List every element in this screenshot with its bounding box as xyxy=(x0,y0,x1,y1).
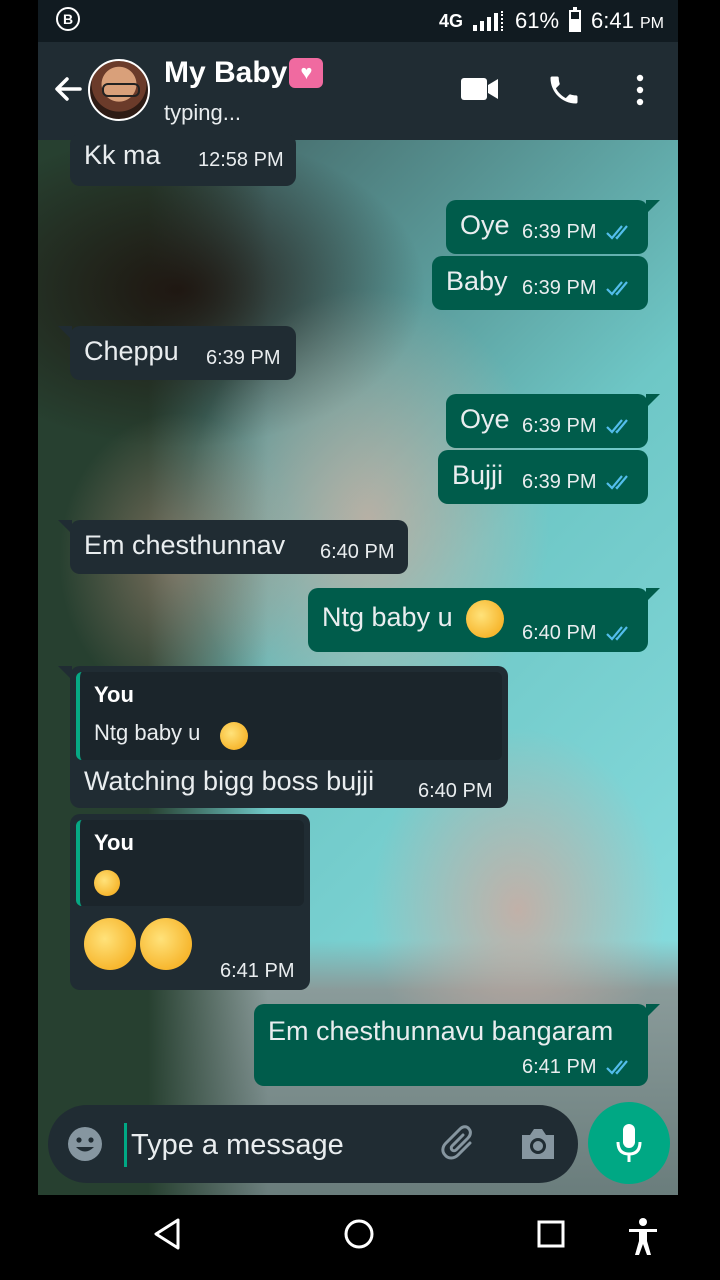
emoji-picker-icon[interactable] xyxy=(66,1125,104,1163)
contact-name: My Baby xyxy=(164,56,288,89)
chat-messages-area[interactable]: Kk ma 12:58 PM Oye 6:39 PM Baby 6:39 PM … xyxy=(38,134,678,1195)
message-time: 6:39 PM xyxy=(522,471,597,493)
read-receipt-icon xyxy=(606,281,628,296)
message-text: Kk ma xyxy=(84,140,161,170)
incoming-reply-message[interactable]: You Ntg baby u Watching bigg boss bujji … xyxy=(58,666,508,808)
smiling-face-emoji xyxy=(94,870,120,896)
contact-name-row[interactable]: My Baby ♥ xyxy=(164,56,324,90)
phone-call-icon[interactable] xyxy=(546,72,582,108)
message-text: Cheppu xyxy=(84,336,179,366)
read-receipt-icon xyxy=(606,225,628,240)
quoted-message[interactable]: You xyxy=(76,820,304,906)
read-receipt-icon xyxy=(606,475,628,490)
message-composer xyxy=(48,1105,578,1183)
face-blowing-kiss-emoji xyxy=(84,918,136,970)
signal-icon xyxy=(473,11,505,31)
quoted-text: Ntg baby u xyxy=(94,720,201,745)
nav-home-icon[interactable] xyxy=(342,1217,376,1251)
outgoing-message[interactable]: Bujji 6:39 PM xyxy=(438,450,648,504)
clock: 6:41 PM xyxy=(591,8,664,33)
message-text: Ntg baby u xyxy=(322,602,453,632)
network-type: 4G xyxy=(438,10,463,31)
whatsapp-screen: B 4G 61% 6:41 PM My Baby ♥ typing... Kk … xyxy=(38,0,678,1195)
more-options-icon[interactable] xyxy=(628,72,652,108)
smiling-face-with-hearts-emoji xyxy=(466,600,504,638)
status-bar: B 4G 61% 6:41 PM xyxy=(38,0,678,42)
contact-avatar[interactable] xyxy=(88,59,150,121)
outgoing-message[interactable]: Oye 6:39 PM xyxy=(446,394,660,448)
voice-message-button[interactable] xyxy=(588,1102,670,1184)
battery-percent: 61% xyxy=(515,8,560,33)
back-arrow-icon[interactable] xyxy=(52,72,84,106)
accessibility-icon[interactable] xyxy=(626,1217,660,1257)
message-text: Em chesthunnav xyxy=(84,530,286,560)
pink-heart-emoji: ♥ xyxy=(289,58,324,88)
read-receipt-icon xyxy=(606,419,628,434)
outgoing-message[interactable]: Oye 6:39 PM xyxy=(446,200,660,254)
outgoing-message[interactable]: Ntg baby u 6:40 PM xyxy=(308,588,660,652)
attach-paperclip-icon[interactable] xyxy=(440,1123,480,1163)
quoted-message[interactable]: You Ntg baby u xyxy=(76,672,502,760)
incoming-message[interactable]: Kk ma 12:58 PM xyxy=(70,134,296,186)
battery-icon xyxy=(569,7,582,32)
message-text: Bujji xyxy=(452,460,504,490)
business-notification-icon: B xyxy=(56,7,80,31)
message-time: 6:39 PM xyxy=(522,221,597,243)
contact-status: typing... xyxy=(164,100,242,125)
message-time: 6:39 PM xyxy=(522,415,597,437)
smiling-face-with-hearts-emoji xyxy=(220,722,248,750)
message-input[interactable] xyxy=(124,1123,421,1167)
video-call-icon[interactable] xyxy=(460,72,500,106)
message-text: Em chesthunnavu bangaram xyxy=(268,1016,614,1046)
message-time: 6:41 PM xyxy=(220,960,295,982)
message-time: 6:40 PM xyxy=(320,541,395,563)
camera-icon[interactable] xyxy=(518,1125,558,1163)
read-receipt-icon xyxy=(606,626,628,641)
quoted-author: You xyxy=(94,682,134,707)
message-time: 12:58 PM xyxy=(198,149,284,171)
chat-header: My Baby ♥ typing... xyxy=(38,42,678,140)
outgoing-message[interactable]: Baby 6:39 PM xyxy=(432,256,648,310)
message-text: Baby xyxy=(446,266,508,296)
message-text: Watching bigg boss bujji xyxy=(84,766,375,796)
message-time: 6:39 PM xyxy=(206,347,281,369)
message-time: 6:40 PM xyxy=(418,780,493,802)
nav-recents-icon[interactable] xyxy=(536,1217,566,1251)
read-receipt-icon xyxy=(606,1060,628,1075)
outgoing-message[interactable]: Em chesthunnavu bangaram 6:41 PM xyxy=(254,1004,660,1086)
message-time: 6:39 PM xyxy=(522,277,597,299)
incoming-message[interactable]: Em chesthunnav 6:40 PM xyxy=(58,520,408,574)
message-text: Oye xyxy=(460,404,510,434)
quoted-author: You xyxy=(94,830,134,855)
nav-back-icon[interactable] xyxy=(152,1217,182,1251)
message-time: 6:40 PM xyxy=(522,622,597,644)
message-time: 6:41 PM xyxy=(522,1056,597,1078)
face-blowing-kiss-emoji xyxy=(140,918,192,970)
android-navigation-bar xyxy=(0,1195,720,1280)
microphone-icon xyxy=(616,1124,642,1162)
message-text: Oye xyxy=(460,210,510,240)
incoming-message[interactable]: Cheppu 6:39 PM xyxy=(58,326,296,380)
incoming-reply-message[interactable]: You 6:41 PM xyxy=(70,814,310,990)
